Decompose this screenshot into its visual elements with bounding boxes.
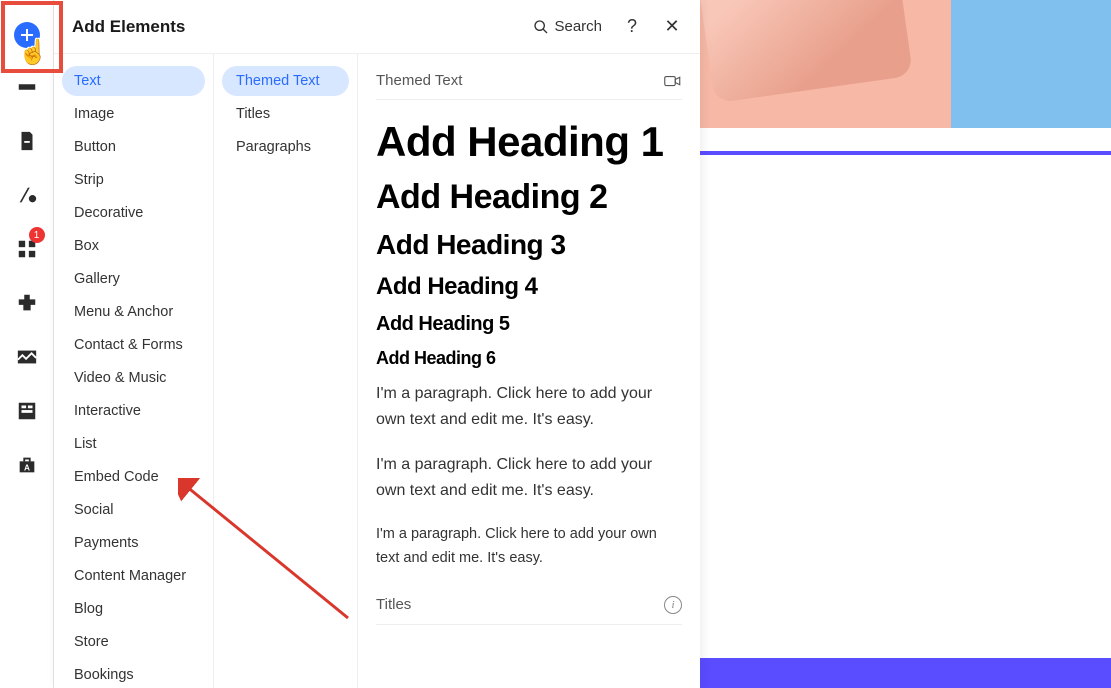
canvas-blue-area bbox=[951, 0, 1111, 128]
heading-1-preset[interactable]: Add Heading 1 bbox=[376, 118, 682, 166]
apps-badge: 1 bbox=[29, 227, 45, 243]
section-title: Themed Text bbox=[376, 72, 462, 89]
panel-title: Add Elements bbox=[72, 17, 513, 37]
panel-body: Text Image Button Strip Decorative Box G… bbox=[54, 54, 700, 688]
left-toolbar: 1 A bbox=[0, 0, 54, 688]
search-button[interactable]: Search bbox=[533, 18, 602, 35]
apps-icon[interactable]: 1 bbox=[7, 229, 47, 269]
heading-2-preset[interactable]: Add Heading 2 bbox=[376, 178, 682, 217]
category-bookings[interactable]: Bookings bbox=[62, 660, 205, 688]
category-social[interactable]: Social bbox=[62, 495, 205, 525]
category-strip[interactable]: Strip bbox=[62, 165, 205, 195]
pages-icon[interactable] bbox=[7, 121, 47, 161]
category-store[interactable]: Store bbox=[62, 627, 205, 657]
category-payments[interactable]: Payments bbox=[62, 528, 205, 558]
subcategory-paragraphs[interactable]: Paragraphs bbox=[222, 132, 349, 162]
category-column: Text Image Button Strip Decorative Box G… bbox=[54, 54, 214, 688]
canvas-footer-band bbox=[700, 658, 1111, 688]
preview-column: Themed Text Add Heading 1 Add Heading 2 … bbox=[358, 54, 700, 688]
category-interactive[interactable]: Interactive bbox=[62, 396, 205, 426]
category-contact-forms[interactable]: Contact & Forms bbox=[62, 330, 205, 360]
category-video-music[interactable]: Video & Music bbox=[62, 363, 205, 393]
paragraph-1-preset[interactable]: I'm a paragraph. Click here to add your … bbox=[376, 381, 682, 432]
subcategory-titles[interactable]: Titles bbox=[222, 99, 349, 129]
category-text[interactable]: Text bbox=[62, 66, 205, 96]
heading-6-preset[interactable]: Add Heading 6 bbox=[376, 348, 682, 369]
category-menu-anchor[interactable]: Menu & Anchor bbox=[62, 297, 205, 327]
subcategory-themed-text[interactable]: Themed Text bbox=[222, 66, 349, 96]
info-icon[interactable]: i bbox=[664, 596, 682, 614]
category-blog[interactable]: Blog bbox=[62, 594, 205, 624]
heading-4-preset[interactable]: Add Heading 4 bbox=[376, 273, 682, 301]
business-icon[interactable]: A bbox=[7, 445, 47, 485]
category-list[interactable]: List bbox=[62, 429, 205, 459]
category-gallery[interactable]: Gallery bbox=[62, 264, 205, 294]
category-decorative[interactable]: Decorative bbox=[62, 198, 205, 228]
panel-header: Add Elements Search ? ✕ bbox=[54, 0, 700, 54]
section-header-themed-text: Themed Text bbox=[376, 66, 682, 100]
canvas-divider bbox=[700, 151, 1111, 155]
svg-text:A: A bbox=[24, 464, 30, 473]
data-icon[interactable] bbox=[7, 391, 47, 431]
section-icon[interactable] bbox=[7, 67, 47, 107]
category-button[interactable]: Button bbox=[62, 132, 205, 162]
category-embed-code[interactable]: Embed Code bbox=[62, 462, 205, 492]
video-icon[interactable] bbox=[664, 74, 682, 88]
category-content-manager[interactable]: Content Manager bbox=[62, 561, 205, 591]
help-button[interactable]: ? bbox=[622, 16, 642, 37]
addons-icon[interactable] bbox=[7, 283, 47, 323]
design-icon[interactable] bbox=[7, 175, 47, 215]
subcategory-column: Themed Text Titles Paragraphs bbox=[214, 54, 358, 688]
heading-5-preset[interactable]: Add Heading 5 bbox=[376, 313, 682, 336]
paragraph-3-preset[interactable]: I'm a paragraph. Click here to add your … bbox=[376, 523, 682, 569]
add-elements-panel: Add Elements Search ? ✕ Text Image Butto… bbox=[54, 0, 700, 688]
cursor-pointer-icon: ☝ bbox=[18, 38, 48, 67]
paragraph-2-preset[interactable]: I'm a paragraph. Click here to add your … bbox=[376, 452, 682, 503]
heading-3-preset[interactable]: Add Heading 3 bbox=[376, 229, 682, 261]
category-image[interactable]: Image bbox=[62, 99, 205, 129]
category-box[interactable]: Box bbox=[62, 231, 205, 261]
section-header-titles: Titles i bbox=[376, 590, 682, 625]
search-icon bbox=[533, 19, 549, 35]
media-icon[interactable] bbox=[7, 337, 47, 377]
close-button[interactable]: ✕ bbox=[662, 16, 682, 37]
section-title-titles: Titles bbox=[376, 596, 411, 613]
search-label: Search bbox=[554, 18, 602, 35]
